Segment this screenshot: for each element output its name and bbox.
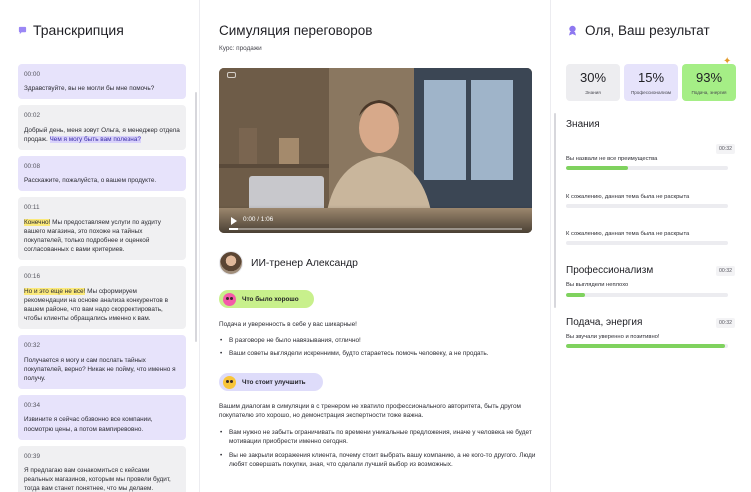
expand-icon[interactable] — [227, 72, 236, 78]
avatar — [219, 251, 243, 275]
message-text: Получается я могу и сам послать тайных п… — [24, 356, 176, 383]
message-text: Конечно! Мы предоставляем услуги по ауди… — [24, 218, 180, 255]
message-time: 00:34 — [24, 402, 40, 410]
result-text: К сожалению, данная тема была не раскрыт… — [566, 194, 690, 200]
result-bar-fill — [566, 166, 628, 170]
score-value: 93% — [695, 70, 723, 85]
good-list: В разговоре не было навязывания, отлично… — [219, 336, 539, 363]
highlight-phrase: Чем я могу быть вам полезна? — [49, 135, 141, 143]
good-intro: Подача и уверенность в себе у вас шикарн… — [219, 321, 357, 328]
video-progress[interactable] — [229, 228, 522, 230]
good-badge: Что было хорошо — [219, 290, 314, 308]
message-text: Я предлагаю вам ознакомиться с кейсами р… — [24, 467, 171, 492]
score-value: 30% — [579, 70, 607, 85]
score-label: Знания — [585, 90, 601, 95]
message-time: 00:39 — [24, 452, 40, 460]
medal-icon — [569, 25, 576, 36]
result-bar — [566, 166, 728, 170]
course-label: Курс: продажи — [219, 45, 262, 52]
result-bar — [566, 344, 728, 348]
thinking-emoji-icon — [223, 375, 236, 389]
timestamp-badge[interactable]: 00:32 — [716, 144, 735, 154]
list-item: Ваши советы выглядели искренними, будто … — [219, 349, 539, 359]
score-card-knowledge: 30% Знания — [566, 64, 620, 101]
section-title: Профессионализм — [566, 265, 654, 276]
list-item: Вы не закрыли возражения клиента, почему… — [219, 451, 539, 470]
transcript-title: Транскрипция — [33, 22, 124, 38]
results-panel: Оля, Ваш результат 30% Знания 15% Профес… — [550, 0, 751, 492]
video-player[interactable]: 0:00 / 1:06 — [219, 68, 532, 233]
list-item: 00:08 Расскажите, пожалуйста, о вашем пр… — [18, 156, 186, 192]
result-bar-fill — [566, 293, 586, 297]
improve-list: Вам нужно не забыть ограничивать по врем… — [219, 428, 539, 473]
transcript-scrollbar[interactable] — [195, 92, 197, 342]
result-bar — [566, 204, 728, 208]
coach-header: ИИ-тренер Александр — [219, 251, 358, 275]
transcript-list[interactable]: 00:00 Здравствуйте, вы не могли бы мне п… — [18, 64, 186, 492]
score-label: Профессионализм — [630, 90, 672, 95]
smile-emoji-icon — [223, 292, 236, 306]
timestamp-badge[interactable]: 00:32 — [716, 318, 735, 328]
message-text: Расскажите, пожалуйста, о вашем продукте… — [24, 177, 157, 185]
message-text: Здравствуйте, вы не могли бы мне помочь? — [24, 85, 155, 93]
play-icon[interactable] — [231, 217, 237, 225]
highlight-phrase: Но и это еще не все! — [24, 287, 86, 295]
result-bar — [566, 293, 728, 297]
score-cards: 30% Знания 15% Профессионализм 93% Подач… — [566, 64, 736, 101]
results-title: Оля, Ваш результат — [585, 23, 710, 38]
page-title: Симуляция переговоров — [219, 23, 373, 38]
list-item: 00:39 Я предлагаю вам ознакомиться с кей… — [18, 445, 186, 492]
list-item: 00:34 Извините я сейчас обзвонно все ком… — [18, 395, 186, 440]
result-text: Вы выглядели неплохо — [566, 282, 629, 288]
list-item: 00:16 Но и это еще не все! Мы сформируем… — [18, 266, 186, 330]
score-value: 15% — [637, 70, 665, 85]
list-item: 00:32 Получается я могу и сам послать та… — [18, 335, 186, 390]
improve-label: Что стоит улучшить — [242, 378, 306, 386]
message-time: 00:02 — [24, 112, 40, 120]
list-item: Вам нужно не забыть ограничивать по врем… — [219, 428, 539, 447]
party-popper-icon: ✦ — [723, 56, 732, 67]
message-text: Извините я сейчас обзвонно все компании,… — [24, 416, 153, 433]
results-scrollbar[interactable] — [554, 113, 556, 308]
video-time: 0:00 / 1:06 — [243, 216, 274, 223]
improve-intro: Вашим диалогам в симуляции в с тренером … — [219, 403, 521, 420]
message-time: 00:11 — [24, 204, 40, 212]
list-item: 00:11 Конечно! Мы предоставляем услуги п… — [18, 197, 186, 261]
results-header: Оля, Ваш результат — [568, 23, 710, 38]
simulation-panel: Симуляция переговоров Курс: продажи 0:00… — [201, 0, 550, 492]
chat-icon — [18, 26, 27, 34]
timestamp-badge[interactable]: 00:32 — [716, 266, 735, 276]
score-card-energy: 93% Подача, энергия — [682, 64, 736, 101]
score-label: Подача, энергия — [691, 90, 727, 95]
section-title: Подача, энергия — [566, 317, 643, 328]
result-bar — [566, 241, 728, 245]
improve-badge: Что стоит улучшить — [219, 373, 323, 391]
result-text: Вы назвали не все преимущества — [566, 156, 658, 162]
message-time: 00:08 — [24, 163, 40, 171]
highlight-phrase: Конечно! — [24, 218, 51, 226]
result-text: Вы звучали уверенно и позитивно! — [566, 334, 660, 340]
message-time: 00:32 — [24, 342, 40, 350]
message-time: 00:16 — [24, 273, 40, 281]
list-item: В разговоре не было навязывания, отлично… — [219, 336, 539, 346]
list-item: 00:02 Добрый день, меня зовут Ольга, я м… — [18, 105, 186, 151]
transcript-header: Транскрипция — [18, 22, 124, 38]
good-label: Что было хорошо — [242, 295, 299, 303]
message-text: Но и это еще не все! Мы сформируем реком… — [24, 287, 180, 324]
section-title: Знания — [566, 119, 600, 130]
transcript-panel: Транскрипция 00:00 Здравствуйте, вы не м… — [0, 0, 200, 492]
coach-name: ИИ-тренер Александр — [251, 257, 358, 269]
result-bar-fill — [566, 344, 725, 348]
score-card-professionalism: 15% Профессионализм — [624, 64, 678, 101]
message-text: Добрый день, меня зовут Ольга, я менедже… — [24, 126, 180, 144]
video-progress-fill — [229, 228, 238, 230]
result-text: К сожалению, данная тема была не раскрыт… — [566, 231, 690, 237]
message-time: 00:00 — [24, 71, 40, 78]
list-item: 00:00 Здравствуйте, вы не могли бы мне п… — [18, 64, 186, 100]
